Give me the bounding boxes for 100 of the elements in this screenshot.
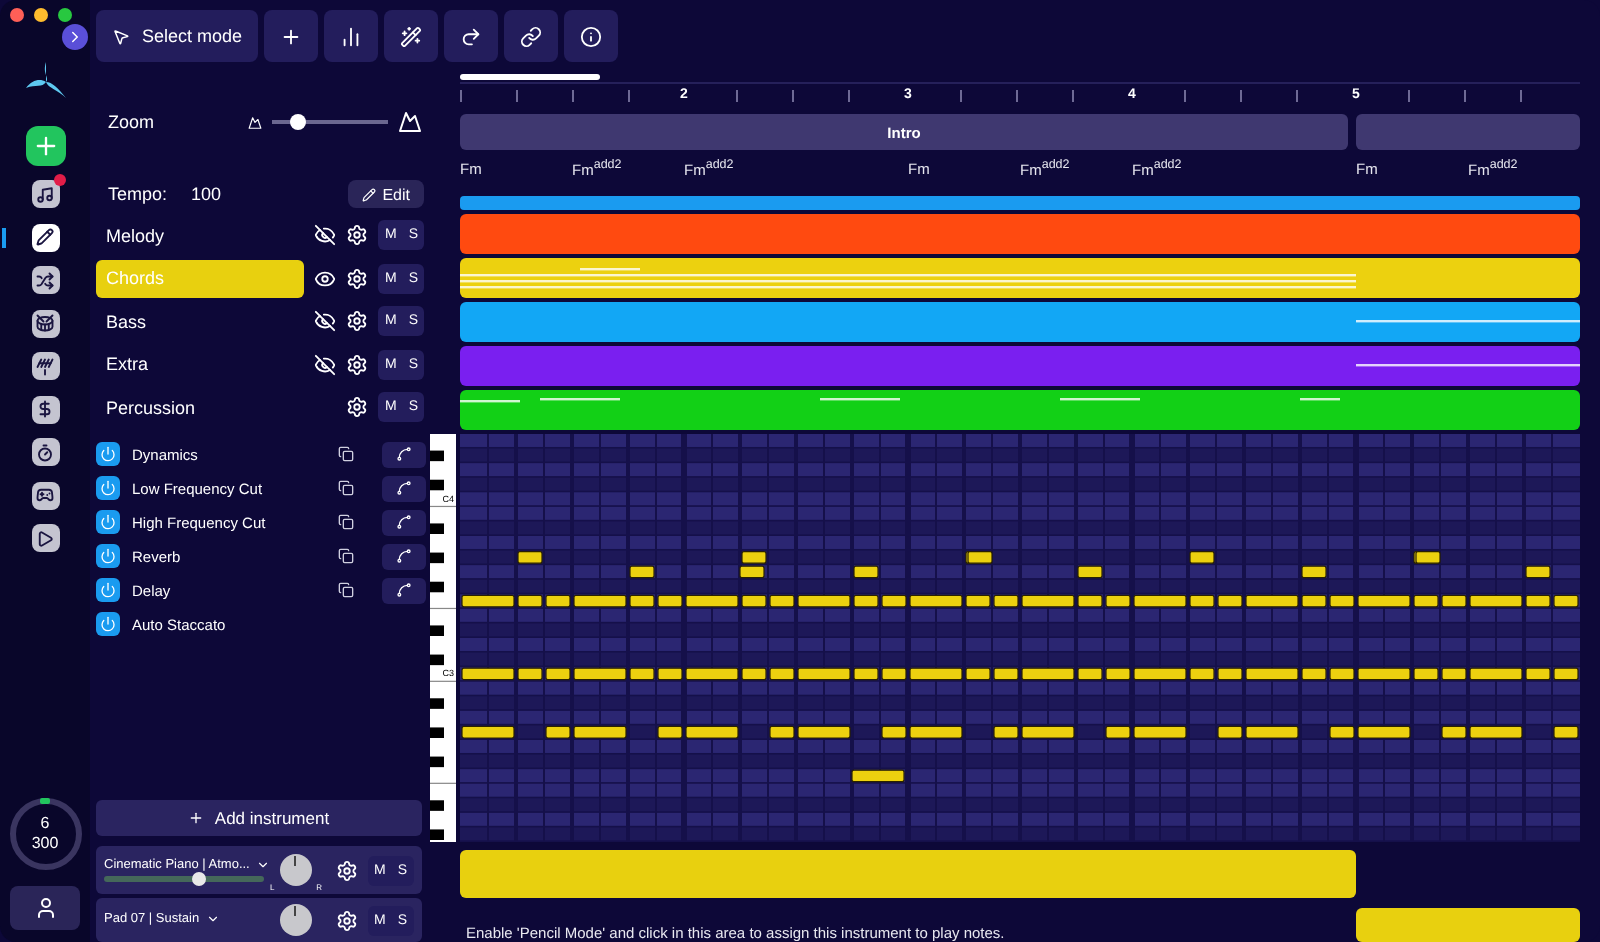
music-icon: [36, 185, 54, 203]
power-icon: [100, 446, 116, 462]
copy-icon: [338, 582, 354, 598]
link-icon: [520, 25, 543, 47]
copy-button[interactable]: [338, 582, 354, 598]
close-dot[interactable]: [10, 8, 24, 22]
chart-button[interactable]: [324, 10, 379, 62]
automation-button[interactable]: [382, 509, 426, 535]
power-icon: [100, 582, 116, 598]
automation-button[interactable]: [382, 441, 426, 467]
power-icon: [100, 514, 116, 530]
curve-icon: [396, 548, 412, 564]
automation-button[interactable]: [382, 577, 426, 603]
info-button[interactable]: [564, 10, 619, 62]
add-button[interactable]: [25, 126, 65, 166]
slider-thumb[interactable]: [289, 114, 306, 130]
play-button[interactable]: [31, 524, 59, 552]
select-mode-button[interactable]: Select mode: [96, 10, 259, 62]
power-toggle[interactable]: [96, 510, 120, 534]
edit-button[interactable]: Edit: [348, 180, 424, 208]
automation-button[interactable]: [382, 475, 426, 501]
tempo-label: Tempo:: [108, 184, 168, 204]
track-name[interactable]: Bass: [96, 302, 305, 341]
curve-icon: [396, 446, 412, 462]
minimize-dot[interactable]: [34, 8, 48, 22]
settings-icon[interactable]: [346, 353, 369, 376]
copy-button[interactable]: [338, 480, 354, 496]
eye-off-icon[interactable]: [314, 353, 337, 376]
curve-icon: [396, 480, 412, 496]
mountain-small-icon: [248, 115, 262, 129]
expand-button[interactable]: [62, 24, 88, 50]
user-icon: [33, 896, 57, 920]
music-button[interactable]: [31, 180, 59, 208]
plus-icon: [280, 25, 303, 47]
track-name[interactable]: Extra: [96, 345, 305, 384]
curve-icon: [396, 514, 412, 530]
copy-button[interactable]: [338, 514, 354, 530]
redo-button[interactable]: [444, 10, 499, 62]
track-name[interactable]: Percussion: [96, 388, 306, 427]
antenna-button[interactable]: [31, 352, 59, 380]
add-instrument-button[interactable]: Add instrument: [96, 800, 422, 836]
zoom-label: Zoom: [108, 112, 155, 132]
dollar-icon: [36, 400, 54, 418]
wand-button[interactable]: [384, 10, 439, 62]
copy-icon: [338, 548, 354, 564]
settings-icon[interactable]: [346, 396, 369, 419]
track-name[interactable]: Melody: [96, 216, 305, 255]
power-icon: [100, 616, 116, 632]
play-icon: [36, 529, 54, 547]
plus-icon: [188, 810, 205, 826]
eye-off-icon[interactable]: [314, 310, 337, 333]
settings-icon[interactable]: [335, 859, 357, 881]
maximize-dot[interactable]: [58, 8, 72, 22]
selection-indicator: [2, 227, 6, 247]
antenna-icon: [36, 357, 54, 375]
link-button[interactable]: [504, 10, 559, 62]
slider-thumb[interactable]: [192, 871, 206, 886]
chevron-right-icon: [66, 28, 84, 46]
track-lane[interactable]: [460, 346, 1580, 386]
settings-icon[interactable]: [346, 224, 369, 247]
pan-knob[interactable]: [280, 904, 312, 936]
volume-slider[interactable]: [104, 876, 264, 883]
track-lane[interactable]: [460, 390, 1580, 430]
piano-roll-grid-drawing[interactable]: [460, 434, 1580, 842]
track-lane[interactable]: [460, 258, 1580, 298]
wand-icon: [400, 25, 423, 47]
counter-limit: 300: [31, 836, 59, 852]
copy-icon: [338, 480, 354, 496]
timer-button[interactable]: [31, 438, 59, 466]
power-icon: [100, 480, 116, 496]
gamepad-button[interactable]: [31, 481, 59, 509]
automation-button[interactable]: [382, 543, 426, 569]
settings-icon[interactable]: [346, 310, 369, 333]
eye-icon[interactable]: [314, 267, 337, 290]
drum-button[interactable]: [31, 309, 59, 337]
settings-icon[interactable]: [335, 909, 357, 931]
scrollbar-thumb[interactable]: [460, 74, 600, 80]
gamepad-icon: [36, 486, 54, 504]
mountain-large-icon: [398, 110, 422, 134]
power-toggle[interactable]: [96, 544, 120, 568]
pencil-button[interactable]: [31, 223, 59, 251]
power-toggle[interactable]: [96, 612, 120, 636]
power-toggle[interactable]: [96, 578, 120, 602]
shuffle-button[interactable]: [31, 266, 59, 294]
copy-button[interactable]: [338, 548, 354, 564]
settings-icon[interactable]: [346, 267, 369, 290]
track-lane[interactable]: [460, 302, 1580, 342]
redo-icon: [460, 25, 483, 47]
power-toggle[interactable]: [96, 442, 120, 466]
eye-off-icon[interactable]: [314, 224, 337, 247]
bar-chart-icon: [340, 25, 363, 47]
track-lane[interactable]: [460, 214, 1580, 254]
power-toggle[interactable]: [96, 476, 120, 500]
user-button[interactable]: [10, 886, 80, 930]
timer-icon: [36, 443, 54, 461]
copy-button[interactable]: [338, 446, 354, 462]
power-icon: [100, 548, 116, 564]
pointer-icon: [112, 27, 130, 45]
dollar-button[interactable]: [31, 395, 59, 423]
shuffle-icon: [36, 271, 54, 289]
